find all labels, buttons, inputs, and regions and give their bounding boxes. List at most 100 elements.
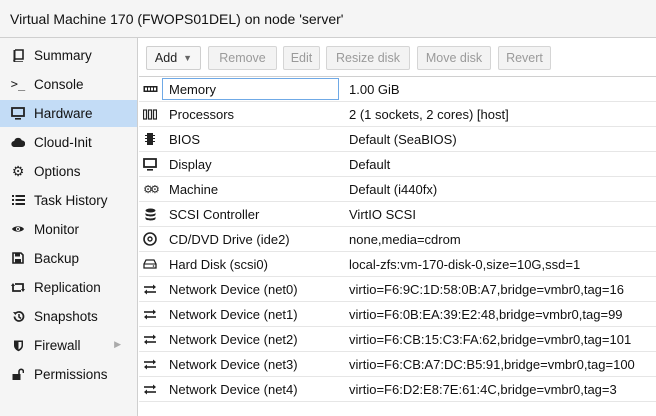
sidebar-item-monitor[interactable]: Monitor (0, 216, 137, 243)
hardware-row-value: local-zfs:vm-170-disk-0,size=10G,ssd=1 (349, 257, 581, 272)
sidebar-item-console[interactable]: >_ Console (0, 71, 137, 98)
hardware-row-hard-disk[interactable]: Hard Disk (scsi0) local-zfs:vm-170-disk-… (139, 252, 656, 277)
exchange-icon (142, 357, 158, 371)
book-icon (11, 48, 25, 62)
hardware-row-value: virtio=F6:CB:15:C3:FA:62,bridge=vmbr0,ta… (349, 332, 632, 347)
hardware-row-machine[interactable]: ⚙⚙ Machine Default (i440fx) (139, 177, 656, 202)
sidebar-item-label: Hardware (34, 106, 93, 121)
add-button-label: Add (154, 51, 178, 65)
hardware-row-label: Network Device (net3) (169, 357, 298, 372)
microchip-icon (142, 132, 158, 146)
sidebar-item-backup[interactable]: Backup (0, 245, 137, 272)
remove-button-label: Remove (219, 51, 266, 65)
hardware-row-network-device[interactable]: Network Device (net2) virtio=F6:CB:15:C3… (139, 327, 656, 352)
hardware-row-label: Network Device (net1) (169, 307, 298, 322)
list-icon (11, 193, 25, 207)
hardware-row-network-device[interactable]: Network Device (net0) virtio=F6:9C:1D:58… (139, 277, 656, 302)
sidebar-item-label: Permissions (34, 367, 108, 382)
sidebar-item-hardware[interactable]: Hardware (0, 100, 137, 127)
hardware-row-value: virtio=F6:CB:A7:DC:B5:91,bridge=vmbr0,ta… (349, 357, 635, 372)
sidebar-item-firewall[interactable]: Firewall ▶ (0, 332, 137, 359)
hardware-row-label: CD/DVD Drive (ide2) (169, 232, 290, 247)
hardware-row-value: Default (SeaBIOS) (349, 132, 457, 147)
revert-button-label: Revert (506, 51, 543, 65)
hardware-row-value: Default (349, 157, 391, 172)
retweet-icon (11, 280, 25, 294)
sidebar-item-permissions[interactable]: Permissions (0, 361, 137, 388)
sidebar-item-label: Console (34, 77, 84, 92)
hardware-row-value: 2 (1 sockets, 2 cores) [host] (349, 107, 509, 122)
sidebar-item-label: Task History (34, 193, 108, 208)
edit-button-label: Edit (290, 51, 313, 65)
hardware-row-label: Processors (169, 107, 235, 122)
cpu-icon (142, 107, 158, 121)
hardware-row-processors[interactable]: Processors 2 (1 sockets, 2 cores) [host] (139, 102, 656, 127)
hardware-row-label: Network Device (net4) (169, 382, 298, 397)
sidebar-item-label: Summary (34, 48, 92, 63)
hardware-row-scsi-controller[interactable]: SCSI Controller VirtIO SCSI (139, 202, 656, 227)
hardware-row-cd-dvd-drive[interactable]: CD/DVD Drive (ide2) none,media=cdrom (139, 227, 656, 252)
history-icon (11, 309, 25, 323)
hardware-row-label: Display (169, 157, 212, 172)
window-title: Virtual Machine 170 (FWOPS01DEL) on node… (10, 11, 344, 27)
hardware-row-bios[interactable]: BIOS Default (SeaBIOS) (139, 127, 656, 152)
sidebar-item-label: Replication (34, 280, 101, 295)
shield-icon (11, 338, 25, 352)
gear-icon: ⚙ (11, 162, 25, 179)
move-disk-button[interactable]: Move disk (417, 46, 491, 70)
sidebar-item-label: Snapshots (34, 309, 98, 324)
sidebar-item-task-history[interactable]: Task History (0, 187, 137, 214)
sidebar-item-cloud-init[interactable]: Cloud-Init (0, 129, 137, 156)
sidebar-item-options[interactable]: ⚙ Options (0, 158, 137, 185)
sidebar-item-label: Monitor (34, 222, 80, 237)
hardware-row-value: virtio=F6:9C:1D:58:0B:A7,bridge=vmbr0,ta… (349, 282, 624, 297)
hardware-row-network-device[interactable]: Network Device (net3) virtio=F6:CB:A7:DC… (139, 352, 656, 377)
hardware-row-value: virtio=F6:D2:E8:7E:61:4C,bridge=vmbr0,ta… (349, 382, 617, 397)
exchange-icon (142, 382, 158, 396)
hardware-row-value: Default (i440fx) (349, 182, 438, 197)
hardware-row-value: 1.00 GiB (349, 82, 400, 97)
hardware-row-value: virtio=F6:0B:EA:39:E2:48,bridge=vmbr0,ta… (349, 307, 623, 322)
edit-button[interactable]: Edit (283, 46, 320, 70)
sidebar-item-replication[interactable]: Replication (0, 274, 137, 301)
terminal-icon: >_ (10, 77, 26, 91)
monitor-icon (11, 106, 25, 120)
cloud-icon (11, 135, 25, 149)
hardware-row-value: VirtIO SCSI (349, 207, 416, 222)
hardware-row-memory[interactable]: Memory 1.00 GiB (139, 77, 656, 102)
hdd-icon (142, 257, 158, 271)
cdrom-icon (142, 232, 158, 246)
database-icon (142, 207, 158, 221)
sidebar-item-label: Options (34, 164, 81, 179)
sidebar-item-label: Backup (34, 251, 80, 266)
eye-icon (11, 222, 25, 236)
resize-disk-button-label: Resize disk (336, 51, 400, 65)
hardware-row-value: none,media=cdrom (349, 232, 461, 247)
hardware-row-label: Memory (169, 82, 216, 97)
hardware-row-label: SCSI Controller (169, 207, 260, 222)
toolbar: Add ▼ Remove Edit Resize disk Move disk … (139, 38, 656, 77)
revert-button[interactable]: Revert (498, 46, 551, 70)
sidebar-item-snapshots[interactable]: Snapshots (0, 303, 137, 330)
desktop-icon (142, 157, 158, 171)
sidebar-item-summary[interactable]: Summary (0, 42, 137, 69)
floppy-icon (11, 251, 25, 265)
sidebar: Summary >_ Console Hardware Cloud-Init ⚙… (0, 38, 138, 416)
hardware-row-label: BIOS (169, 132, 201, 147)
sidebar-item-label: Firewall (34, 338, 81, 353)
title-bar: Virtual Machine 170 (FWOPS01DEL) on node… (0, 0, 656, 38)
hardware-row-label: Machine (169, 182, 219, 197)
exchange-icon (142, 332, 158, 346)
add-button[interactable]: Add ▼ (146, 46, 201, 70)
resize-disk-button[interactable]: Resize disk (326, 46, 410, 70)
hardware-row-network-device[interactable]: Network Device (net1) virtio=F6:0B:EA:39… (139, 302, 656, 327)
hardware-row-network-device[interactable]: Network Device (net4) virtio=F6:D2:E8:7E… (139, 377, 656, 402)
hardware-row-label: Network Device (net0) (169, 282, 298, 297)
hardware-row-label: Network Device (net2) (169, 332, 298, 347)
remove-button[interactable]: Remove (208, 46, 277, 70)
cogs-icon: ⚙⚙ (143, 183, 160, 196)
hardware-row-display[interactable]: Display Default (139, 152, 656, 177)
exchange-icon (142, 307, 158, 321)
hardware-row-label: Hard Disk (scsi0) (169, 257, 268, 272)
memory-icon (142, 82, 158, 96)
